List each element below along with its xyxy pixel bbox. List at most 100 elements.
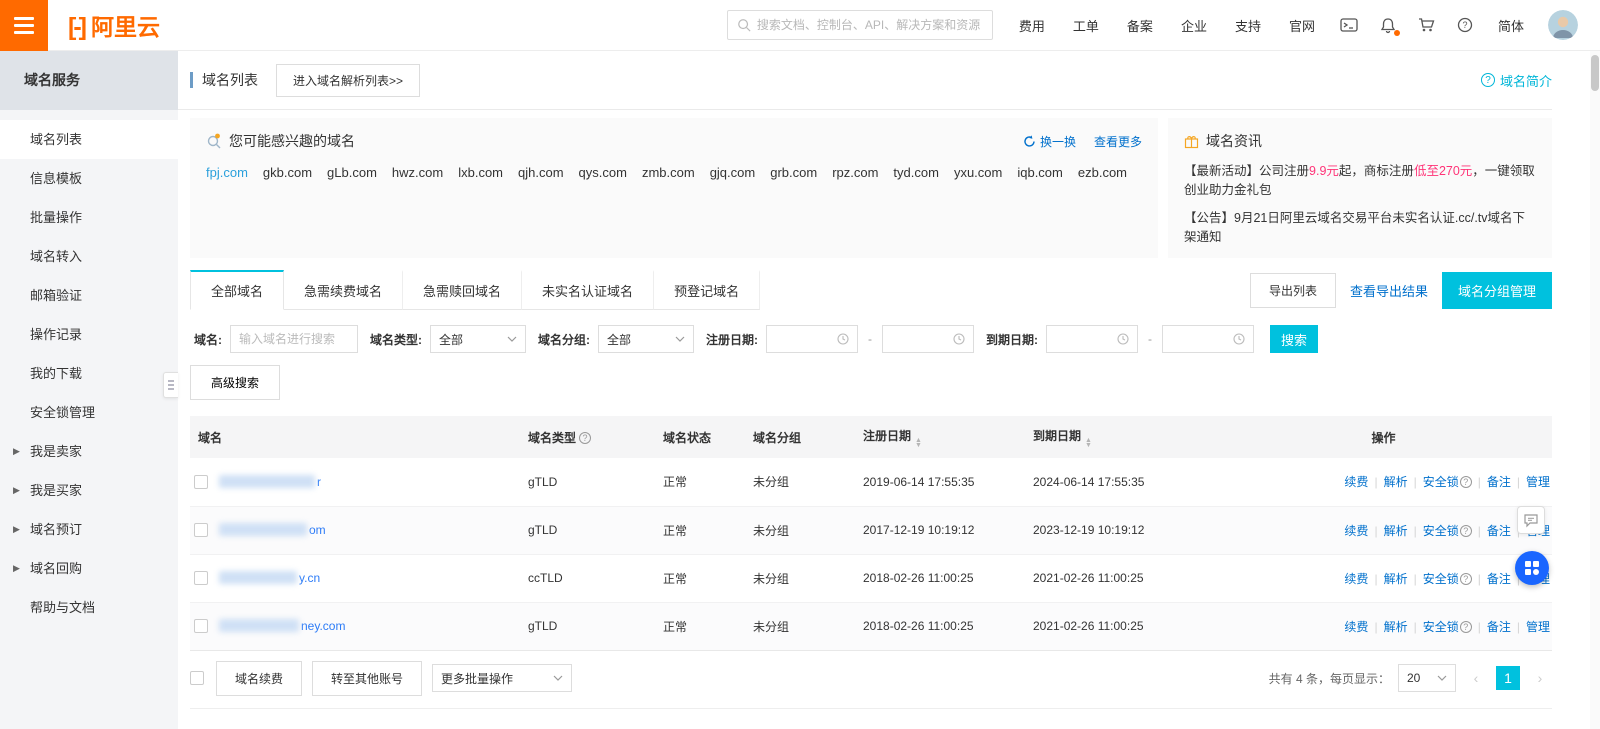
sidebar-item[interactable]: ▶ 我是买家 xyxy=(0,471,178,510)
tab-急需续费域名[interactable]: 急需续费域名 xyxy=(284,270,404,310)
interest-domain[interactable]: hwz.com xyxy=(392,165,443,180)
menu-button[interactable] xyxy=(0,0,48,51)
locale-switch[interactable]: 简体 xyxy=(1484,16,1538,35)
sidebar-item[interactable]: 信息模板 xyxy=(0,159,178,198)
global-search[interactable] xyxy=(726,10,993,40)
survey-widget-button[interactable] xyxy=(1515,551,1549,585)
search-button[interactable]: 搜索 xyxy=(1270,325,1318,353)
sidebar-item[interactable]: 域名列表 xyxy=(0,120,178,159)
select-all-checkbox[interactable] xyxy=(190,671,204,685)
action-link-备注[interactable]: 备注 xyxy=(1487,524,1511,538)
avatar[interactable] xyxy=(1548,10,1578,40)
domain-link[interactable]: y.cn xyxy=(299,571,320,585)
tab-未实名认证域名[interactable]: 未实名认证域名 xyxy=(522,270,655,310)
tab-预登记域名[interactable]: 预登记域名 xyxy=(654,270,761,310)
interest-domain[interactable]: gjq.com xyxy=(710,165,756,180)
action-link-续费[interactable]: 续费 xyxy=(1344,620,1368,634)
action-link-解析[interactable]: 解析 xyxy=(1384,572,1408,586)
news-item[interactable]: 【公告】9月21日阿里云域名交易平台未实名认证.cc/.tv域名下架通知 xyxy=(1184,207,1536,245)
topbar-nav-item[interactable]: 备案 xyxy=(1113,16,1167,35)
action-link-安全锁[interactable]: 安全锁 xyxy=(1423,572,1459,586)
action-link-续费[interactable]: 续费 xyxy=(1344,475,1368,489)
sidebar-item[interactable]: 批量操作 xyxy=(0,198,178,237)
sidebar-item[interactable]: ▶ 域名预订 xyxy=(0,510,178,549)
sidebar-collapse-handle[interactable] xyxy=(163,372,178,398)
page-size-select[interactable]: 20 xyxy=(1398,664,1456,692)
action-link-备注[interactable]: 备注 xyxy=(1487,475,1511,489)
search-input[interactable] xyxy=(756,18,983,32)
action-link-管理[interactable]: 管理 xyxy=(1526,620,1550,634)
action-link-备注[interactable]: 备注 xyxy=(1487,572,1511,586)
view-export-result-link[interactable]: 查看导出结果 xyxy=(1350,281,1428,300)
interest-domain[interactable]: gLb.com xyxy=(327,165,377,180)
sidebar-item[interactable]: 安全锁管理 xyxy=(0,393,178,432)
exp-date-start-input[interactable] xyxy=(1046,325,1138,353)
next-page-button[interactable]: › xyxy=(1528,666,1552,690)
notifications-bell-icon[interactable] xyxy=(1369,17,1407,36)
interest-domain[interactable]: ezb.com xyxy=(1078,165,1127,180)
topbar-nav-item[interactable]: 费用 xyxy=(1005,16,1059,35)
view-more-link[interactable]: 查看更多 xyxy=(1094,133,1142,150)
action-link-解析[interactable]: 解析 xyxy=(1384,620,1408,634)
topbar-nav-item[interactable]: 官网 xyxy=(1275,16,1329,35)
type-select[interactable]: 全部 xyxy=(430,325,526,353)
sidebar-item[interactable]: 帮助与文档 xyxy=(0,588,178,627)
feedback-chat-button[interactable] xyxy=(1517,506,1545,534)
prev-page-button[interactable]: ‹ xyxy=(1464,666,1488,690)
domain-search-input[interactable] xyxy=(239,332,349,346)
group-manage-button[interactable]: 域名分组管理 xyxy=(1441,271,1552,309)
cart-icon[interactable] xyxy=(1407,17,1446,33)
group-select[interactable]: 全部 xyxy=(598,325,694,353)
batch-transfer-button[interactable]: 转至其他账号 xyxy=(312,660,423,696)
batch-renew-button[interactable]: 域名续费 xyxy=(216,660,303,696)
sort-icon[interactable]: ▲ ▼ xyxy=(1085,437,1092,449)
domain-intro-link[interactable]: ? 域名简介 xyxy=(1480,71,1552,90)
row-checkbox[interactable] xyxy=(194,474,208,489)
current-page[interactable]: 1 xyxy=(1496,666,1520,690)
action-link-安全锁[interactable]: 安全锁 xyxy=(1423,475,1459,489)
info-icon[interactable]: ? xyxy=(579,431,592,444)
action-link-管理[interactable]: 管理 xyxy=(1526,475,1550,489)
sidebar-item[interactable]: 域名转入 xyxy=(0,237,178,276)
domain-link[interactable]: r xyxy=(317,475,321,489)
domain-link[interactable]: om xyxy=(309,523,326,537)
reg-date-start-input[interactable] xyxy=(766,325,858,353)
advanced-search-button[interactable]: 高级搜索 xyxy=(190,365,281,400)
action-link-解析[interactable]: 解析 xyxy=(1384,524,1408,538)
row-checkbox[interactable] xyxy=(194,523,208,537)
goto-dns-list-button[interactable]: 进入域名解析列表>> xyxy=(276,63,421,97)
reg-date-end-input[interactable] xyxy=(882,325,974,353)
export-list-button[interactable]: 导出列表 xyxy=(1249,272,1336,308)
action-link-安全锁[interactable]: 安全锁 xyxy=(1423,620,1459,634)
tab-急需赎回域名[interactable]: 急需赎回域名 xyxy=(403,270,523,310)
action-link-续费[interactable]: 续费 xyxy=(1344,572,1368,586)
batch-more-select[interactable]: 更多批量操作 xyxy=(432,664,573,692)
exp-date-end-input[interactable] xyxy=(1162,325,1254,353)
interest-domain[interactable]: rpz.com xyxy=(832,165,878,180)
interest-domain[interactable]: iqb.com xyxy=(1017,165,1063,180)
sidebar-item[interactable]: 操作记录 xyxy=(0,315,178,354)
interest-domain[interactable]: fpj.com xyxy=(206,165,248,180)
domain-link[interactable]: ney.com xyxy=(301,619,345,633)
scrollbar-thumb[interactable] xyxy=(1591,55,1599,91)
action-link-解析[interactable]: 解析 xyxy=(1384,475,1408,489)
topbar-nav-item[interactable]: 支持 xyxy=(1221,16,1275,35)
page-scrollbar[interactable] xyxy=(1590,51,1600,729)
aliyun-logo[interactable]: [-] 阿里云 xyxy=(68,8,160,42)
help-icon[interactable]: ? xyxy=(1446,17,1484,33)
row-checkbox[interactable] xyxy=(194,619,208,633)
console-terminal-icon[interactable] xyxy=(1329,17,1369,33)
sort-icon[interactable]: ▲ ▼ xyxy=(915,437,922,449)
sidebar-item[interactable]: ▶ 域名回购 xyxy=(0,549,178,588)
sidebar-item[interactable]: 邮箱验证 xyxy=(0,276,178,315)
interest-domain[interactable]: zmb.com xyxy=(642,165,695,180)
shuffle-link[interactable]: 换一换 xyxy=(1023,133,1076,150)
action-link-续费[interactable]: 续费 xyxy=(1344,524,1368,538)
row-checkbox[interactable] xyxy=(194,571,208,585)
tab-全部域名[interactable]: 全部域名 xyxy=(190,270,285,310)
sidebar-item[interactable]: 我的下载 xyxy=(0,354,178,393)
interest-domain[interactable]: lxb.com xyxy=(458,165,503,180)
topbar-nav-item[interactable]: 工单 xyxy=(1059,16,1113,35)
sidebar-item[interactable]: ▶ 我是卖家 xyxy=(0,432,178,471)
interest-domain[interactable]: grb.com xyxy=(770,165,817,180)
